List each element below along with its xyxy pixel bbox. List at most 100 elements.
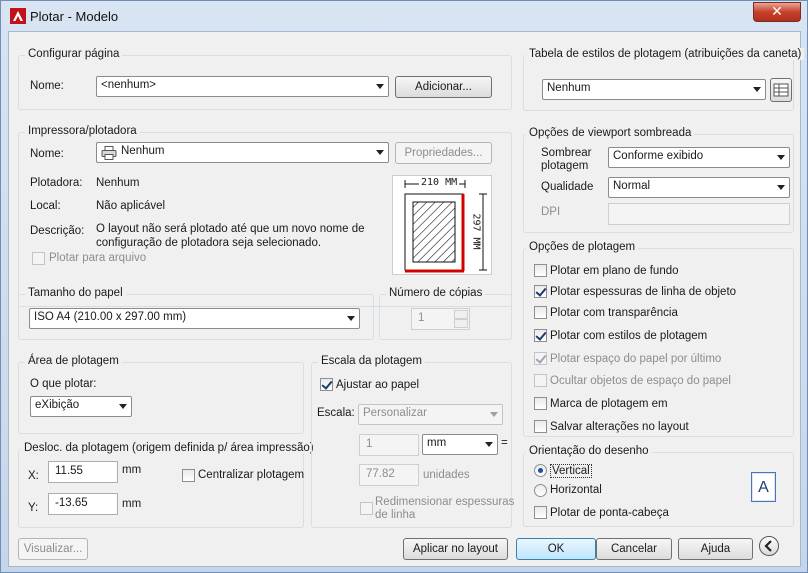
scale-lineweights-checkbox[interactable] [360, 502, 373, 515]
scale-value-1-input[interactable]: 1 [359, 434, 419, 456]
plot-background-checkbox[interactable] [534, 264, 547, 277]
scale-lineweights-line-1[interactable]: Redimensionar espessuras [375, 496, 514, 508]
printer-icon [101, 146, 117, 160]
plot-transparency-label[interactable]: Plotar com transparência [550, 307, 678, 319]
quality-label: Qualidade [541, 181, 594, 193]
location-label: Local: [30, 200, 61, 212]
spinner-down-icon[interactable] [454, 319, 468, 328]
hide-paperspace-objects-label[interactable]: Ocultar objetos de espaço do papel [550, 375, 731, 387]
scale-select[interactable]: Personalizar [358, 404, 503, 425]
plot-stamp-label[interactable]: Marca de plotagem em [550, 398, 668, 410]
description-line-1: O layout não será plotado até que um nov… [96, 223, 365, 235]
save-changes-checkbox[interactable] [534, 420, 547, 433]
plot-stamp-checkbox[interactable] [534, 397, 547, 410]
paperspace-last-label[interactable]: Plotar espaço do papel por último [550, 353, 721, 365]
chevron-down-icon [753, 87, 761, 92]
center-plot-label[interactable]: Centralizar plotagem [198, 469, 304, 481]
shaded-viewport-legend: Opções de viewport sombreada [526, 127, 695, 139]
portrait-label[interactable]: Vertical [550, 464, 592, 478]
portrait-page-icon: A [751, 472, 776, 502]
center-plot-checkbox[interactable] [182, 469, 195, 482]
plot-offset-legend: Desloc. da plotagem (origem definida p/ … [21, 442, 317, 454]
portrait-page-letter: A [758, 479, 769, 496]
scale-lineweights-line-2[interactable]: de linha [375, 509, 415, 521]
plot-options-legend: Opções de plotagem [526, 241, 639, 253]
preview-button[interactable]: Visualizar... [18, 538, 88, 560]
add-page-setup-button[interactable]: Adicionar... [395, 76, 492, 98]
plot-background-label[interactable]: Plotar em plano de fundo [550, 265, 679, 277]
plot-transparency-checkbox[interactable] [534, 306, 547, 319]
offset-y-input[interactable]: -13.65 [48, 493, 118, 515]
copies-legend: Número de cópias [386, 287, 486, 299]
copies-value: 1 [418, 312, 425, 324]
landscape-radio[interactable] [534, 484, 547, 497]
chevron-left-icon [764, 540, 772, 552]
shade-plot-value: Conforme exibido [613, 150, 704, 162]
close-icon: ✕ [771, 3, 783, 19]
upside-down-label[interactable]: Plotar de ponta-cabeça [550, 507, 669, 519]
portrait-radio[interactable] [534, 464, 547, 477]
spinner-up-icon[interactable] [454, 310, 468, 319]
apply-to-layout-button[interactable]: Aplicar no layout [403, 538, 508, 560]
equals-sign: = [501, 437, 508, 449]
paper-size-legend: Tamanho do papel [25, 287, 126, 299]
copies-spinner[interactable]: 1 [411, 308, 470, 330]
scale-unit-value: mm [427, 437, 447, 449]
plotter-name-select[interactable]: Nenhum [96, 142, 389, 163]
plot-to-file-checkbox[interactable] [32, 252, 45, 265]
hide-paperspace-objects-checkbox[interactable] [534, 374, 547, 387]
what-to-plot-label: O que plotar: [30, 378, 97, 390]
edit-table-icon [773, 83, 789, 97]
style-table-legend: Tabela de estilos de plotagem (atribuiçõ… [526, 48, 805, 60]
plot-lineweights-checkbox[interactable] [534, 285, 547, 298]
chevron-down-icon [490, 412, 498, 417]
location-value: Não aplicável [96, 200, 166, 212]
title-bar[interactable]: Plotar - Modelo ✕ [1, 1, 807, 31]
plot-styles-checkbox[interactable] [534, 329, 547, 342]
plotter-value: Nenhum [96, 177, 140, 189]
save-changes-label[interactable]: Salvar alterações no layout [550, 421, 689, 433]
shade-plot-label-line-2: plotagem [541, 160, 589, 172]
help-button[interactable]: Ajuda [678, 538, 753, 560]
what-to-plot-value: eXibição [35, 399, 80, 411]
shade-plot-select[interactable]: Conforme exibido [608, 147, 790, 168]
plotter-label: Plotadora: [30, 177, 83, 189]
orientation-legend: Orientação do desenho [526, 445, 652, 457]
scale-unit-select[interactable]: mm [422, 434, 498, 455]
landscape-label[interactable]: Horizontal [550, 484, 602, 496]
scale-value: Personalizar [363, 407, 427, 419]
page-setup-name-value: <nenhum> [101, 79, 156, 91]
collapse-options-button[interactable] [759, 536, 779, 556]
dpi-input[interactable] [608, 203, 790, 225]
fit-to-paper-label[interactable]: Ajustar ao papel [336, 379, 419, 391]
ok-button[interactable]: OK [516, 538, 596, 560]
edit-style-table-button[interactable] [770, 78, 792, 102]
plot-styles-label[interactable]: Plotar com estilos de plotagem [550, 330, 707, 342]
plotter-name-value: Nenhum [121, 145, 165, 157]
paper-size-select[interactable]: ISO A4 (210.00 x 297.00 mm) [29, 308, 360, 329]
scale-value-2-input[interactable]: 77.82 [359, 464, 419, 486]
offset-y-unit: mm [122, 498, 142, 510]
cancel-button[interactable]: Cancelar [596, 538, 672, 560]
plot-lineweights-label[interactable]: Plotar espessuras de linha de objeto [550, 286, 736, 298]
page-setup-name-select[interactable]: <nenhum> [96, 76, 389, 97]
paperspace-last-checkbox[interactable] [534, 352, 547, 365]
what-to-plot-select[interactable]: eXibição [30, 396, 132, 417]
offset-x-label: X: [28, 470, 39, 482]
scale-label: Escala: [317, 407, 355, 419]
plot-area-legend: Área de plotagem [25, 355, 122, 367]
plotter-legend: Impressora/plotadora [25, 125, 140, 137]
offset-x-input[interactable]: 11.55 [48, 461, 118, 483]
quality-select[interactable]: Normal [608, 177, 790, 198]
dpi-label: DPI [541, 206, 561, 218]
plot-to-file-label[interactable]: Plotar para arquivo [49, 252, 146, 264]
shade-plot-label-line-1: Sombrear [541, 147, 592, 159]
upside-down-checkbox[interactable] [534, 506, 547, 519]
chevron-down-icon [485, 442, 493, 447]
style-table-select[interactable]: Nenhum [542, 79, 766, 100]
chevron-down-icon [777, 155, 785, 160]
fit-to-paper-checkbox[interactable] [320, 378, 333, 391]
plot-dialog-window: Plotar - Modelo ✕ Configurar página Nome… [0, 0, 808, 573]
close-button[interactable]: ✕ [753, 2, 801, 22]
plotter-properties-button[interactable]: Propriedades... [395, 142, 492, 164]
